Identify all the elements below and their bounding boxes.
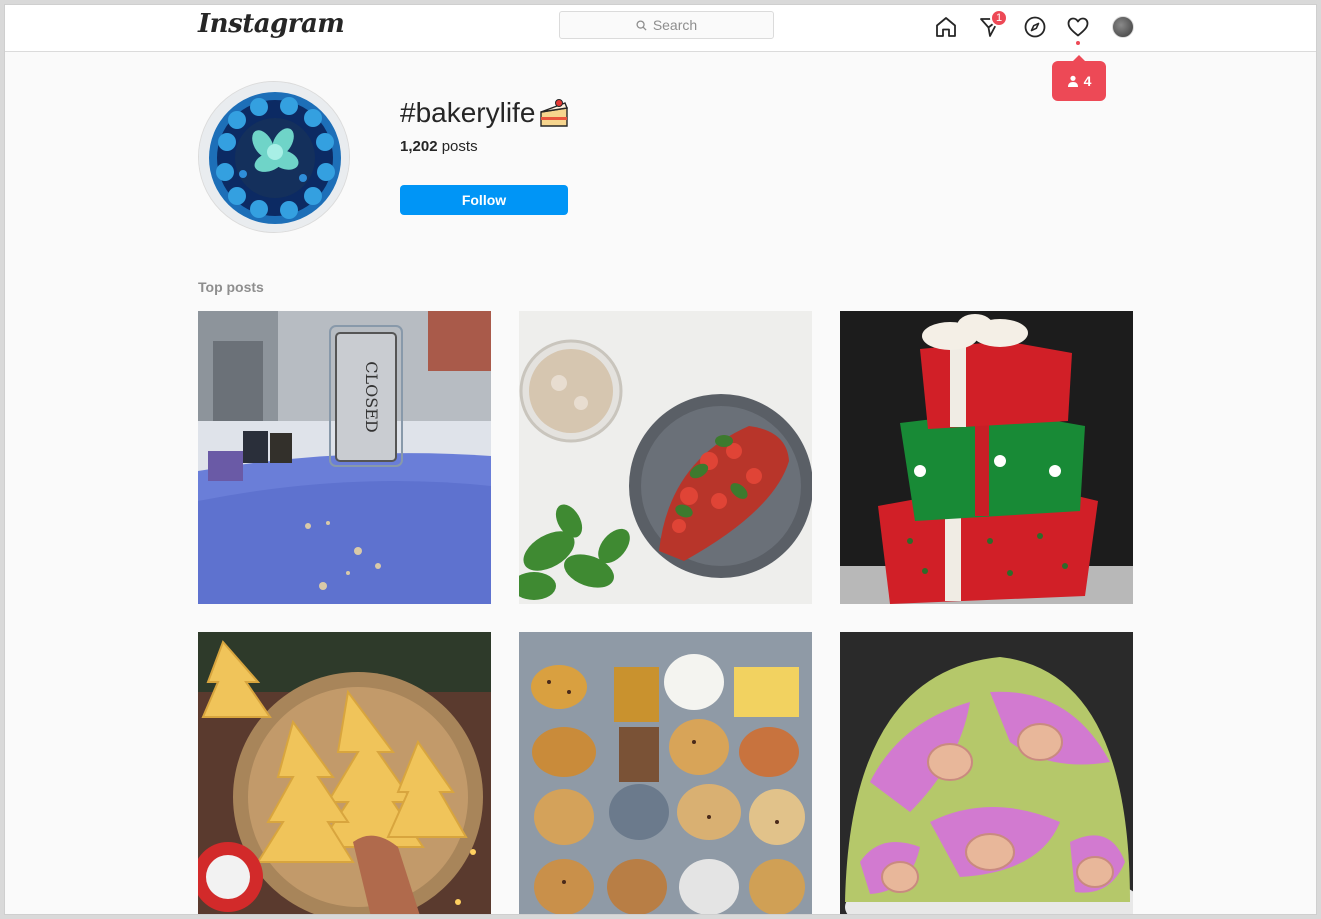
post-image — [519, 632, 812, 914]
direct-messages-button[interactable]: 1 — [976, 9, 1008, 41]
profile-button[interactable] — [1109, 13, 1137, 41]
dm-count-badge: 1 — [990, 9, 1008, 27]
top-nav-bar: Instagram Search 1 — [5, 5, 1316, 52]
post-tile-gift-cake[interactable] — [840, 311, 1133, 604]
post-image — [519, 311, 812, 604]
activity-button[interactable] — [1064, 13, 1092, 41]
cake-slice-icon — [540, 99, 569, 127]
activity-indicator-dot — [1076, 41, 1080, 45]
post-tile-dome-cake[interactable] — [840, 632, 1133, 914]
person-icon — [1067, 75, 1078, 87]
post-image — [840, 632, 1133, 914]
follow-button[interactable]: Follow — [400, 185, 568, 215]
explore-button[interactable] — [1021, 13, 1049, 41]
compass-icon — [1024, 16, 1046, 38]
post-image: CLOSED — [198, 311, 491, 604]
post-count: 1,202 posts — [400, 138, 478, 155]
post-tile-tomato-toast[interactable] — [519, 311, 812, 604]
browser-viewport: Instagram Search 1 4 #bakerylife 1,202 p… — [4, 4, 1317, 915]
hashtag-avatar — [198, 81, 350, 233]
post-tile-pastry-tray[interactable] — [519, 632, 812, 914]
post-image — [198, 632, 491, 914]
hashtag-text: #bakerylife — [400, 97, 536, 128]
closed-sign-text: CLOSED — [362, 361, 381, 432]
post-count-number: 1,202 — [400, 138, 438, 155]
home-icon — [936, 17, 956, 37]
top-posts-label: Top posts — [198, 279, 264, 295]
blue-cake-image — [199, 82, 349, 232]
profile-avatar — [1112, 16, 1134, 38]
post-tile-closed-sign[interactable]: CLOSED — [198, 311, 491, 604]
follow-notification-popup[interactable]: 4 — [1052, 55, 1106, 101]
post-tile-tree-cookies[interactable] — [198, 632, 491, 914]
hashtag-title: #bakerylife — [400, 96, 571, 130]
heart-icon — [1067, 17, 1089, 37]
post-image — [840, 311, 1133, 604]
notification-count: 4 — [1083, 73, 1092, 89]
post-count-label: posts — [441, 138, 478, 155]
home-button[interactable] — [932, 13, 960, 41]
